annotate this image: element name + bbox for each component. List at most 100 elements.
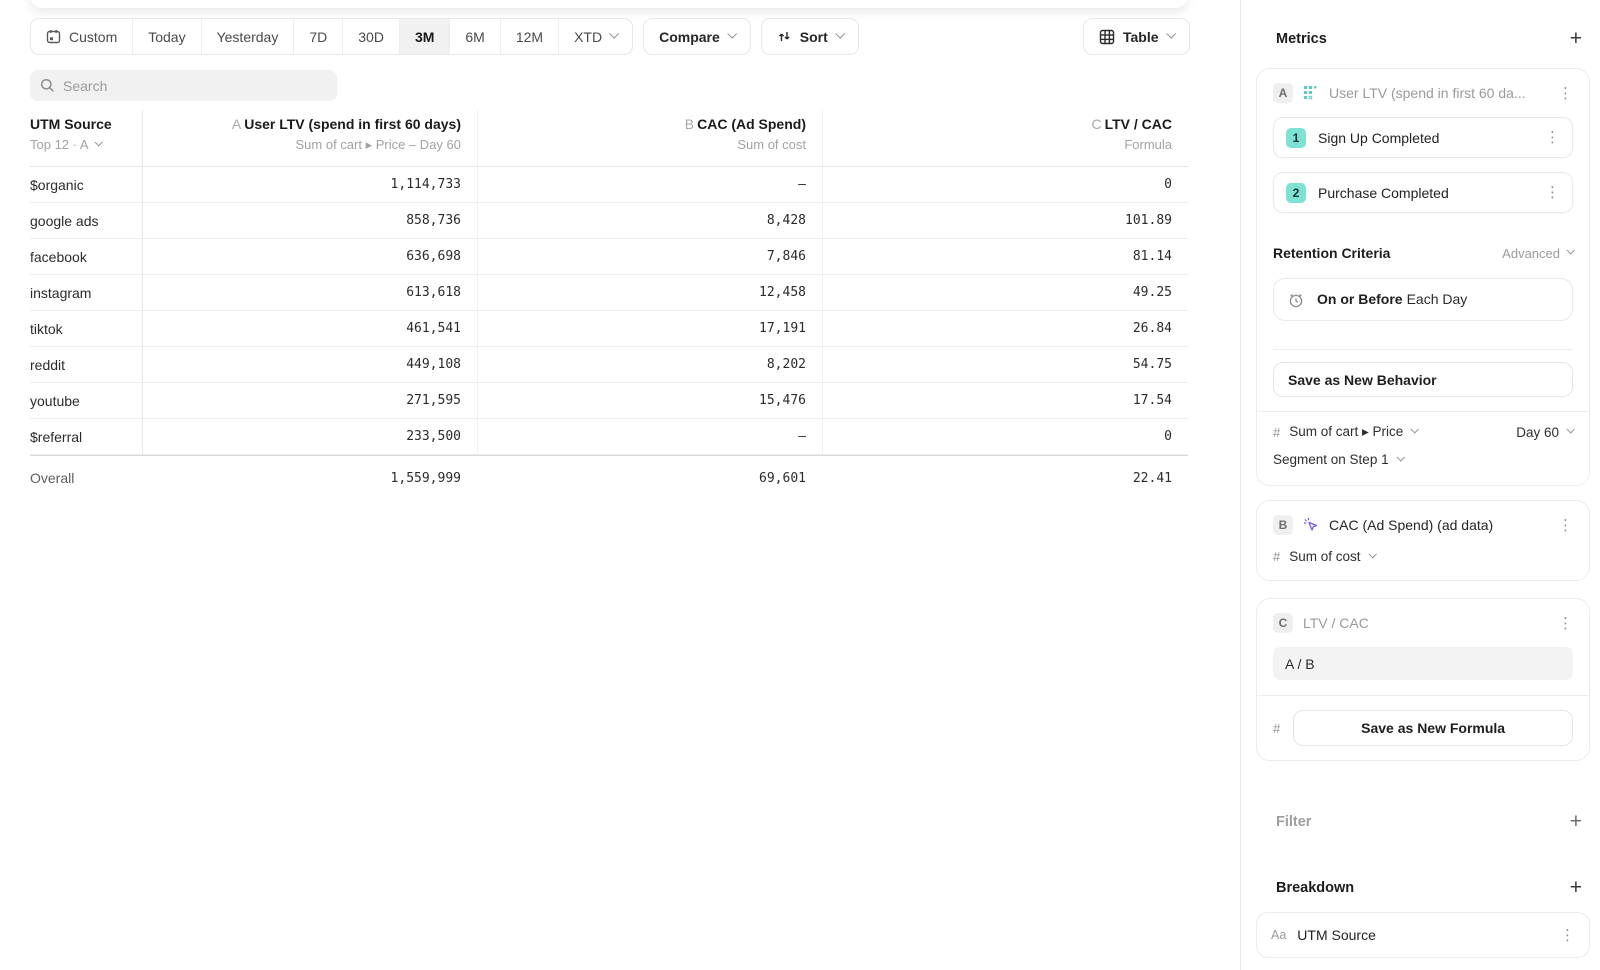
step-row-1[interactable]: 1 Sign Up Completed ⋮ (1273, 117, 1573, 158)
step-label: Sign Up Completed (1318, 130, 1533, 146)
window-dropdown[interactable]: Day 60 (1516, 425, 1573, 440)
table-overall-row: Overall 1,559,999 69,601 22.41 (30, 455, 1188, 500)
chevron-down-icon (94, 138, 102, 146)
retention-criteria-header: Retention Criteria Advanced (1273, 245, 1573, 261)
column-header-utm-source[interactable]: UTM Source Top 12 · A (30, 110, 143, 166)
range-label: 30D (358, 29, 384, 45)
kebab-menu-icon[interactable]: ⋮ (1558, 86, 1573, 101)
metric-c-header[interactable]: C LTV / CAC ⋮ (1273, 613, 1573, 633)
range-label: Custom (69, 29, 117, 45)
segment-dropdown[interactable]: Segment on Step 1 (1273, 452, 1403, 467)
ltv-cell: 636,698 (143, 239, 477, 274)
column-header-a[interactable]: AUser LTV (spend in first 60 days) Sum o… (143, 110, 477, 166)
sort-label: Sort (800, 29, 828, 45)
ltv-cell: 449,108 (143, 347, 477, 382)
metric-card-b: B CAC (Ad Spend) (ad data) ⋮ # Sum of co… (1256, 500, 1590, 581)
table-row[interactable]: facebook 636,698 7,846 81.14 (30, 239, 1188, 275)
ltv-cell: 1,114,733 (143, 167, 477, 202)
behavior-dots-icon (1303, 85, 1319, 101)
save-as-new-formula-button[interactable]: Save as New Formula (1293, 710, 1573, 746)
column-header-b[interactable]: BCAC (Ad Spend) Sum of cost (477, 110, 822, 166)
number-type-icon: # (1273, 549, 1280, 564)
retention-criteria-row[interactable]: On or BeforeEach Day (1273, 278, 1573, 321)
aggregation-dropdown[interactable]: Sum of cart ▸ Price (1289, 424, 1417, 440)
utm-source-cell: facebook (30, 239, 143, 274)
overall-ltv-cell: 1,559,999 (143, 471, 477, 486)
range-12m[interactable]: 12M (500, 19, 558, 54)
advanced-dropdown[interactable]: Advanced (1502, 246, 1573, 261)
kebab-menu-icon[interactable]: ⋮ (1545, 185, 1560, 200)
metric-card-c: C LTV / CAC ⋮ A / B # Save as New Formul… (1256, 598, 1590, 761)
metric-a-footer: # Sum of cart ▸ Price Day 60 Segment on … (1257, 411, 1589, 471)
column-subtitle: Sum of cost (478, 135, 806, 155)
utm-source-cell: google ads (30, 203, 143, 238)
kebab-menu-icon[interactable]: ⋮ (1558, 518, 1573, 533)
range-today[interactable]: Today (132, 19, 200, 54)
range-label: 7D (309, 29, 327, 45)
table-row[interactable]: tiktok 461,541 17,191 26.84 (30, 311, 1188, 347)
search-bar[interactable] (30, 70, 337, 101)
range-xtd[interactable]: XTD (558, 19, 632, 54)
chevron-down-icon (1396, 453, 1404, 461)
add-filter-button[interactable]: + (1570, 813, 1582, 831)
cac-cell: 8,428 (477, 203, 822, 238)
window-label: Day 60 (1516, 425, 1559, 440)
formula-save-row: # Save as New Formula (1273, 710, 1573, 746)
table-row[interactable]: $organic 1,114,733 – 0 (30, 167, 1188, 203)
advanced-label: Advanced (1502, 246, 1560, 261)
view-label: Table (1123, 29, 1159, 45)
table-row[interactable]: reddit 449,108 8,202 54.75 (30, 347, 1188, 383)
magic-cursor-icon (1303, 517, 1319, 533)
range-7d[interactable]: 7D (293, 19, 342, 54)
breakdown-section-header: Breakdown + (1256, 879, 1590, 897)
add-metric-button[interactable]: + (1570, 30, 1582, 48)
step-row-2[interactable]: 2 Purchase Completed ⋮ (1273, 172, 1573, 213)
table-row[interactable]: instagram 613,618 12,458 49.25 (30, 275, 1188, 311)
sort-button[interactable]: Sort (761, 18, 859, 55)
table-row[interactable]: $referral 233,500 – 0 (30, 419, 1188, 455)
table-header-row: UTM Source Top 12 · A AUser LTV (spend i… (30, 110, 1188, 167)
step-number-badge: 2 (1286, 183, 1306, 203)
add-breakdown-button[interactable]: + (1570, 879, 1582, 897)
metric-b-header[interactable]: B CAC (Ad Spend) (ad data) ⋮ (1273, 515, 1573, 535)
calendar-icon (46, 29, 61, 44)
number-type-icon: # (1273, 425, 1280, 440)
compare-label: Compare (659, 29, 720, 45)
cac-cell: 12,458 (477, 275, 822, 310)
kebab-menu-icon[interactable]: ⋮ (1558, 616, 1573, 631)
breakdown-item-utm-source[interactable]: Aa UTM Source ⋮ (1256, 912, 1590, 958)
utm-source-cell: youtube (30, 383, 143, 418)
utm-source-cell: reddit (30, 347, 143, 382)
ltv-cell: 858,736 (143, 203, 477, 238)
range-label: Today (148, 29, 185, 45)
range-custom[interactable]: Custom (31, 19, 132, 54)
range-yesterday[interactable]: Yesterday (201, 19, 294, 54)
breakdown-item-label: UTM Source (1297, 927, 1549, 943)
range-30d[interactable]: 30D (342, 19, 399, 54)
aggregation-dropdown[interactable]: Sum of cost (1289, 549, 1374, 564)
main-content: Custom Today Yesterday 7D 30D 3M 6M 12M … (0, 0, 1240, 970)
metric-a-header[interactable]: A User LTV (spend in first 60 da... ⋮ (1273, 83, 1573, 103)
column-header-c[interactable]: CLTV / CAC Formula (822, 110, 1188, 166)
formula-input[interactable]: A / B (1273, 647, 1573, 680)
range-3m-selected[interactable]: 3M (399, 19, 449, 54)
chevron-down-icon (835, 29, 845, 39)
column-title: CAC (Ad Spend) (697, 116, 806, 132)
column-subtitle: Formula (823, 135, 1172, 155)
segment-row: Segment on Step 1 (1273, 452, 1573, 467)
column-title: User LTV (spend in first 60 days) (244, 116, 461, 132)
search-input[interactable] (63, 78, 327, 94)
source-subheader: Top 12 · A (30, 135, 89, 155)
kebab-menu-icon[interactable]: ⋮ (1545, 130, 1560, 145)
metric-title: User LTV (spend in first 60 da... (1329, 85, 1548, 101)
table-row[interactable]: youtube 271,595 15,476 17.54 (30, 383, 1188, 419)
kebab-menu-icon[interactable]: ⋮ (1560, 928, 1575, 943)
sort-arrows-icon (777, 30, 792, 44)
save-as-new-behavior-button[interactable]: Save as New Behavior (1273, 362, 1573, 397)
view-type-button[interactable]: Table (1083, 18, 1190, 55)
ratio-cell: 26.84 (822, 311, 1188, 346)
metric-title: CAC (Ad Spend) (ad data) (1329, 517, 1548, 533)
compare-button[interactable]: Compare (643, 18, 751, 55)
table-row[interactable]: google ads 858,736 8,428 101.89 (30, 203, 1188, 239)
range-6m[interactable]: 6M (449, 19, 499, 54)
